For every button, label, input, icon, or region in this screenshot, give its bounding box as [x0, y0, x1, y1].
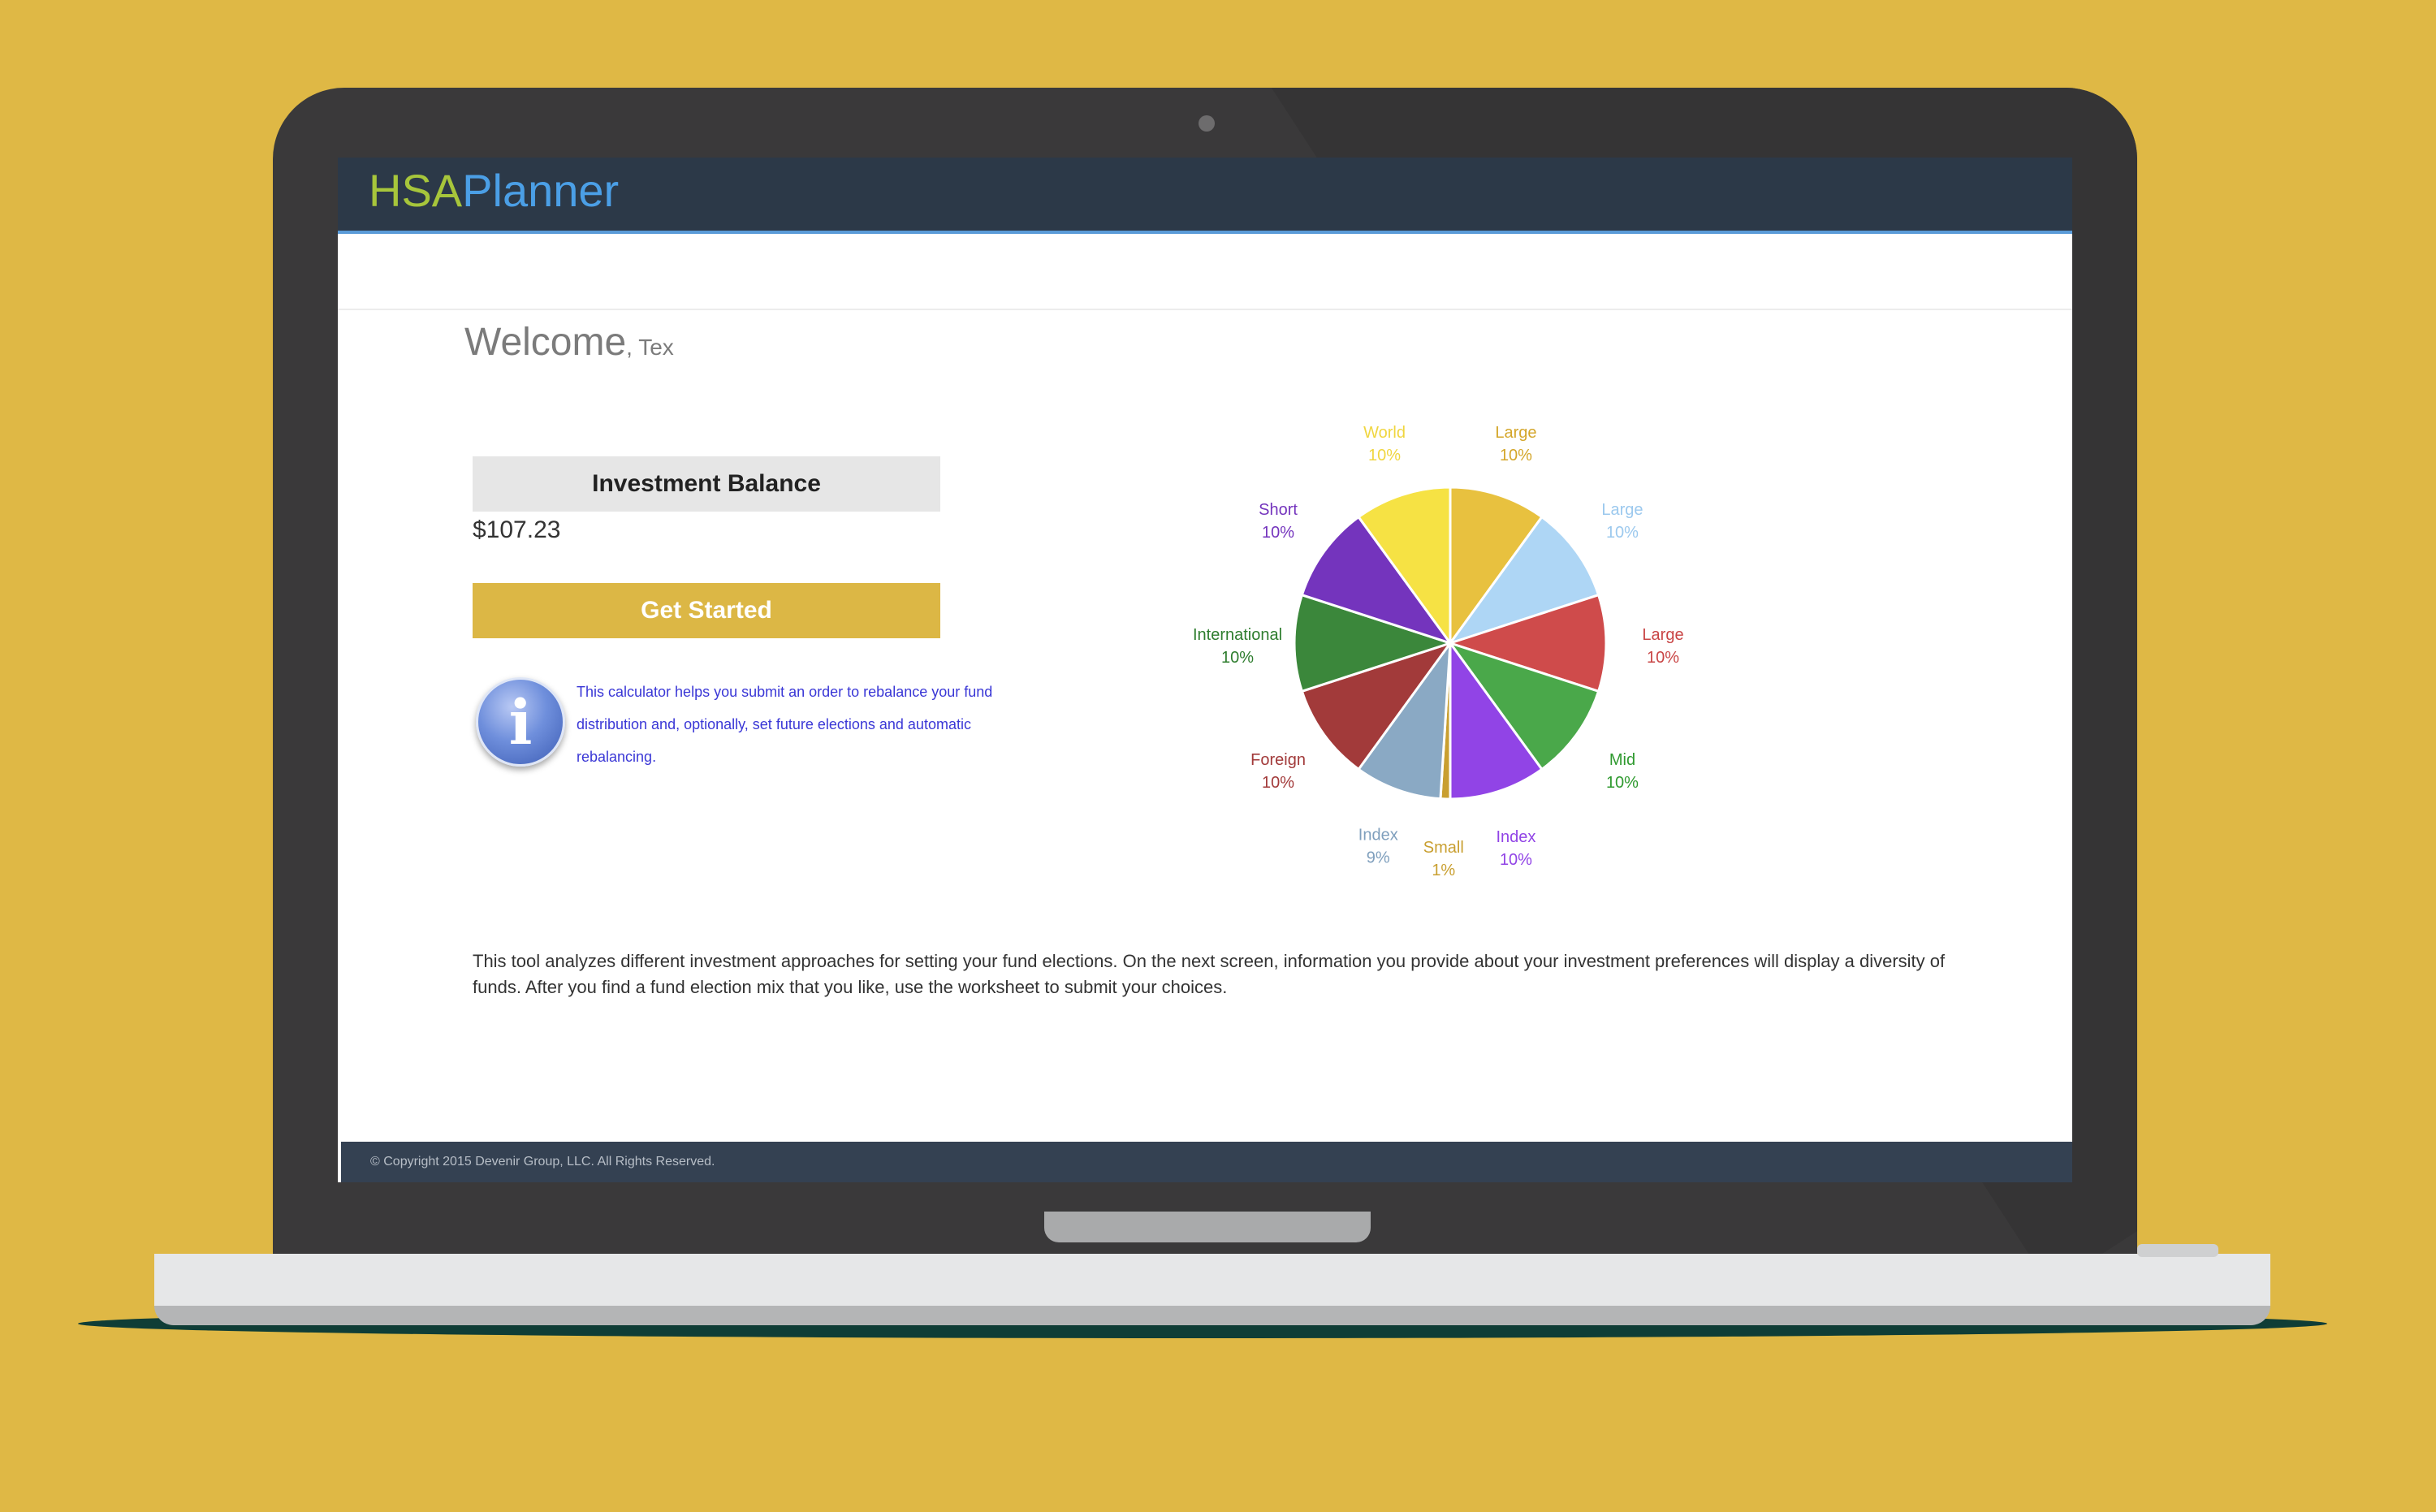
laptop-hinge-notch	[1044, 1212, 1371, 1242]
pie-percent-6: 9%	[1367, 849, 1390, 867]
get-started-button[interactable]: Get Started	[473, 583, 940, 638]
pie-label-5: Small	[1423, 839, 1464, 857]
pie-percent-3: 10%	[1606, 774, 1639, 792]
laptop-base-foot	[2137, 1244, 2218, 1257]
investment-balance-label: Investment Balance	[473, 456, 940, 512]
pie-label-8: International	[1193, 626, 1282, 644]
pie-percent-8: 10%	[1221, 649, 1254, 667]
laptop-screen: HSAPlanner Welcome, Tex Investment Balan…	[338, 158, 2072, 1182]
pie-label-4: Index	[1496, 828, 1535, 846]
webcam-icon	[1199, 115, 1215, 132]
copyright-text: © Copyright 2015 Devenir Group, LLC. All…	[370, 1155, 715, 1169]
welcome-text: Welcome	[464, 321, 627, 364]
pie-label-9: Short	[1259, 501, 1298, 519]
pie-percent-5: 1%	[1432, 862, 1455, 879]
logo-planner: Planner	[462, 165, 620, 216]
fund-allocation-chart: Large 10% Large 10% Large 10% Mid 10% Index 10% Sm…	[1182, 393, 1718, 905]
pie-label-7: Foreign	[1250, 751, 1306, 769]
logo-hsa: HSA	[369, 165, 463, 216]
pie-percent-10: 10%	[1368, 447, 1401, 464]
user-name: , Tex	[626, 335, 674, 360]
app-logo[interactable]: HSAPlanner	[369, 164, 619, 217]
pie-percent-2: 10%	[1647, 649, 1679, 667]
pie-label-6: Index	[1358, 827, 1398, 845]
pie-percent-7: 10%	[1262, 774, 1294, 792]
tool-description: This tool analyzes different investment …	[473, 951, 1946, 997]
app-header: HSAPlanner	[338, 158, 2072, 234]
sub-navigation-bar	[338, 234, 2072, 310]
info-icon: i	[476, 677, 565, 767]
pie-label-10: World	[1363, 424, 1406, 442]
app-footer: © Copyright 2015 Devenir Group, LLC. All…	[341, 1142, 2072, 1182]
info-glyph: i	[508, 685, 533, 758]
pie-label-1: Large	[1601, 501, 1643, 519]
welcome-heading: Welcome, Tex	[464, 320, 674, 365]
pie-label-3: Mid	[1609, 751, 1635, 769]
pie-percent-1: 10%	[1606, 524, 1639, 542]
pie-label-2: Large	[1642, 626, 1683, 644]
info-text: This calculator helps you submit an orde…	[577, 684, 993, 765]
pie-label-0: Large	[1495, 424, 1536, 442]
laptop-base	[154, 1254, 2270, 1306]
pie-percent-0: 10%	[1500, 447, 1532, 464]
laptop-base-bottom	[154, 1306, 2270, 1325]
investment-balance-value: $107.23	[473, 516, 561, 543]
pie-percent-9: 10%	[1262, 524, 1294, 542]
pie-chart-svg: Large 10% Large 10% Large 10% Mid 10% Index 10% Sm…	[1193, 424, 1684, 879]
pie-percent-4: 10%	[1500, 851, 1532, 869]
